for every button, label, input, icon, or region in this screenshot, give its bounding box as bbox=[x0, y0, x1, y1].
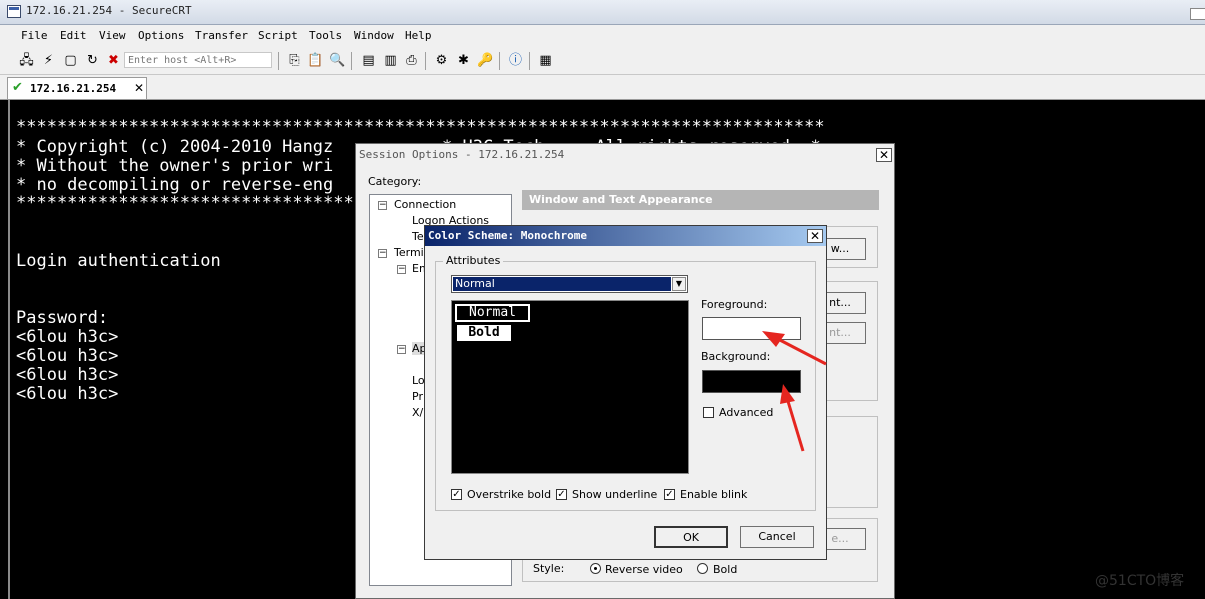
style-label: Style: bbox=[533, 562, 565, 575]
session-tab-strip: ✔ 172.16.21.254 ✕ bbox=[0, 75, 1205, 100]
foreground-label: Foreground: bbox=[701, 298, 768, 311]
preview-pane: Normal Bold bbox=[451, 300, 689, 474]
toolbar-separator bbox=[425, 52, 426, 70]
title-bar: 172.16.21.254 - SecureCRT bbox=[0, 0, 1205, 25]
terminal-line: <6lou h3c> bbox=[16, 365, 119, 385]
collapse-icon[interactable]: − bbox=[397, 345, 406, 354]
help-icon[interactable]: ⓘ bbox=[507, 52, 524, 69]
color-scheme-close-icon[interactable]: ✕ bbox=[807, 229, 823, 243]
color-scheme-title: Color Scheme: Monochrome bbox=[425, 226, 826, 246]
terminal-line: <6lou h3c> bbox=[16, 384, 119, 404]
category-label: Category: bbox=[368, 175, 422, 188]
menu-help[interactable]: Help bbox=[405, 29, 432, 42]
foreground-swatch[interactable] bbox=[702, 317, 801, 340]
ok-button[interactable]: OK bbox=[654, 526, 728, 548]
reverse-video-label: Reverse video bbox=[605, 563, 683, 576]
collapse-icon[interactable]: − bbox=[397, 265, 406, 274]
toolbar: 🖧 ⚡ ▢ ↻ ✖ Enter host <Alt+R> ⎘ 📋 🔍 ▤ ▥ ⎙… bbox=[0, 47, 1205, 75]
terminal-line: Password: bbox=[16, 308, 109, 328]
terminal-line: ****************************************… bbox=[16, 117, 825, 137]
window-close-icon[interactable] bbox=[1190, 8, 1205, 20]
bold-radio[interactable] bbox=[697, 563, 708, 574]
terminal-line: <6lou h3c> bbox=[16, 346, 119, 366]
print-setup-icon[interactable]: ▤ bbox=[360, 52, 377, 69]
show-underline-label: Show underline bbox=[572, 488, 658, 501]
attributes-label: Attributes bbox=[443, 254, 504, 267]
show-underline-checkbox[interactable]: ✓ bbox=[556, 489, 567, 500]
tree-item-x[interactable]: X/ bbox=[412, 406, 423, 419]
dropdown-arrow-icon[interactable]: ▼ bbox=[672, 277, 686, 291]
tree-item-lo[interactable]: Lo bbox=[412, 374, 425, 387]
preview-normal: Normal bbox=[455, 304, 530, 322]
panel-header: Window and Text Appearance bbox=[522, 190, 879, 210]
menu-tools[interactable]: Tools bbox=[309, 29, 342, 42]
toolbar-separator bbox=[529, 52, 530, 70]
menu-window[interactable]: Window bbox=[354, 29, 394, 42]
tree-item-te[interactable]: Te bbox=[412, 230, 424, 243]
advanced-label: Advanced bbox=[719, 406, 774, 419]
quick-connect-icon[interactable]: ⚡ bbox=[40, 52, 57, 69]
collapse-icon[interactable]: − bbox=[378, 201, 387, 210]
attribute-selected-value: Normal bbox=[453, 277, 671, 291]
menu-options[interactable]: Options bbox=[138, 29, 184, 42]
color-scheme-dialog: Color Scheme: Monochrome ✕ Attributes No… bbox=[424, 225, 827, 560]
app-icon bbox=[7, 5, 21, 18]
tree-item-terminal[interactable]: Termi bbox=[394, 246, 424, 259]
terminal-line: * Without the owner's prior wri bbox=[16, 156, 334, 176]
cancel-button[interactable]: Cancel bbox=[740, 526, 814, 548]
tree-item-pr[interactable]: Pr bbox=[412, 390, 423, 403]
background-label: Background: bbox=[701, 350, 771, 363]
reverse-video-radio[interactable] bbox=[590, 563, 601, 574]
global-options-icon[interactable]: ✱ bbox=[455, 52, 472, 69]
toolbar-separator bbox=[351, 52, 352, 70]
overstrike-bold-checkbox[interactable]: ✓ bbox=[451, 489, 462, 500]
preview-bold: Bold bbox=[457, 325, 511, 341]
session-tab[interactable]: ✔ 172.16.21.254 ✕ bbox=[7, 77, 147, 99]
connect-icon[interactable]: 🖧 bbox=[18, 52, 35, 69]
terminal-line: Login authentication bbox=[16, 251, 221, 271]
terminal-line: ************************************* bbox=[16, 193, 395, 213]
tree-item-connection[interactable]: Connection bbox=[394, 198, 456, 211]
print-selection-icon[interactable]: ▥ bbox=[382, 52, 399, 69]
session-options-icon[interactable]: ⚙ bbox=[433, 52, 450, 69]
enable-blink-label: Enable blink bbox=[680, 488, 748, 501]
overstrike-bold-label: Overstrike bold bbox=[467, 488, 552, 501]
background-swatch[interactable] bbox=[702, 370, 801, 393]
menu-file[interactable]: File bbox=[21, 29, 48, 42]
sftp-icon[interactable]: ▦ bbox=[537, 52, 554, 69]
menu-bar: File Edit View Options Transfer Script T… bbox=[0, 25, 1205, 47]
session-options-close-icon[interactable]: ✕ bbox=[876, 148, 892, 162]
keymap-icon[interactable]: 🔑 bbox=[477, 52, 494, 69]
watermark: @51CTO博客 bbox=[1095, 573, 1185, 589]
enable-blink-checkbox[interactable]: ✓ bbox=[664, 489, 675, 500]
paste-icon[interactable]: 📋 bbox=[307, 52, 324, 69]
window-title: 172.16.21.254 - SecureCRT bbox=[26, 4, 192, 17]
session-options-title: Session Options - 172.16.21.254 bbox=[356, 144, 894, 166]
menu-script[interactable]: Script bbox=[258, 29, 298, 42]
menu-edit[interactable]: Edit bbox=[60, 29, 87, 42]
host-input[interactable]: Enter host <Alt+R> bbox=[124, 52, 272, 68]
menu-transfer[interactable]: Transfer bbox=[195, 29, 248, 42]
session-tab-label: 172.16.21.254 bbox=[30, 82, 117, 95]
terminal-line: <6lou h3c> bbox=[16, 327, 119, 347]
find-icon[interactable]: 🔍 bbox=[329, 52, 346, 69]
disconnect-icon[interactable]: ✖ bbox=[105, 52, 122, 69]
connected-check-icon: ✔ bbox=[12, 80, 23, 95]
toolbar-separator bbox=[278, 52, 279, 70]
print-icon[interactable]: ⎙ bbox=[403, 52, 420, 69]
reconnect-icon[interactable]: ↻ bbox=[84, 52, 101, 69]
terminal-line: * Copyright (c) 2004-2010 Hangz bbox=[16, 137, 334, 157]
advanced-checkbox[interactable] bbox=[703, 407, 714, 418]
tab-close-icon[interactable]: ✕ bbox=[134, 81, 144, 95]
connect-tab-icon[interactable]: ▢ bbox=[62, 52, 79, 69]
menu-view[interactable]: View bbox=[99, 29, 126, 42]
bold-label: Bold bbox=[713, 563, 738, 576]
collapse-icon[interactable]: − bbox=[378, 249, 387, 258]
copy-icon[interactable]: ⎘ bbox=[286, 52, 303, 69]
attribute-select[interactable]: Normal ▼ bbox=[451, 275, 688, 293]
toolbar-separator bbox=[499, 52, 500, 70]
